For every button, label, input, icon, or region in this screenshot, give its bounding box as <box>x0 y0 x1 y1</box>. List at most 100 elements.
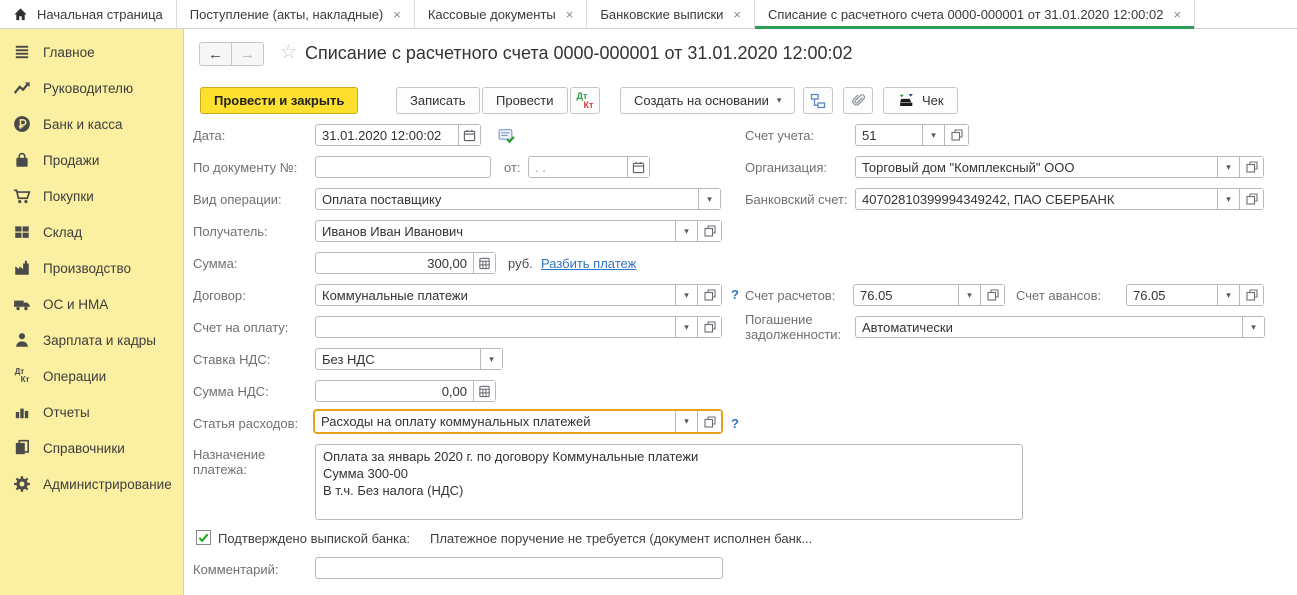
sidebar-item-otchety[interactable]: Отчеты <box>0 394 183 430</box>
bank-confirmed-checkbox[interactable] <box>196 530 211 545</box>
expense-item-label: Статья расходов: <box>193 416 298 431</box>
recipient-input[interactable] <box>316 221 675 241</box>
accounting-account-input[interactable] <box>856 125 922 145</box>
settlement-account-input[interactable] <box>854 285 958 305</box>
write-button[interactable]: Записать <box>396 87 480 114</box>
post-button[interactable]: Провести <box>482 87 568 114</box>
sidebar-item-spravochniki[interactable]: Справочники <box>0 430 183 466</box>
dropdown-button[interactable]: ▾ <box>480 349 502 369</box>
invoice-input[interactable] <box>316 317 675 337</box>
tab-bar: Начальная страница Поступление (акты, на… <box>0 0 1297 29</box>
open-button[interactable] <box>944 125 968 145</box>
close-icon[interactable]: × <box>1173 7 1181 22</box>
open-button[interactable] <box>697 317 721 337</box>
sidebar-item-os-i-nma[interactable]: ОС и НМА <box>0 286 183 322</box>
doc-number-label: По документу №: <box>193 160 297 175</box>
sidebar-item-rukovoditelyu[interactable]: Руководителю <box>0 70 183 106</box>
date-input[interactable] <box>316 125 458 145</box>
open-button[interactable] <box>980 285 1004 305</box>
split-payment-link[interactable]: Разбить платеж <box>541 256 636 271</box>
forward-button[interactable]: → <box>231 43 263 65</box>
tab-bankovskie-vypiski[interactable]: Банковские выписки × <box>587 0 755 28</box>
amount-input[interactable] <box>316 253 473 273</box>
organization-input[interactable] <box>856 157 1217 177</box>
tab-postuplenie[interactable]: Поступление (акты, накладные) × <box>177 0 415 28</box>
calc-button[interactable] <box>473 253 495 273</box>
sidebar-item-administrirovanie[interactable]: Администрирование <box>0 466 183 502</box>
sidebar-item-pokupki[interactable]: Покупки <box>0 178 183 214</box>
sidebar-item-prodazhi[interactable]: Продажи <box>0 142 183 178</box>
comment-input[interactable] <box>316 558 722 578</box>
calendar-button[interactable] <box>627 157 649 177</box>
open-button[interactable] <box>697 411 721 432</box>
dtkt-button[interactable]: ДтКт <box>570 87 600 114</box>
operation-kind-input[interactable] <box>316 189 698 209</box>
truck-icon <box>10 294 34 314</box>
dropdown-button[interactable]: ▾ <box>675 411 697 432</box>
dropdown-button[interactable]: ▾ <box>1217 189 1239 209</box>
dropdown-button[interactable]: ▾ <box>698 189 720 209</box>
calendar-icon <box>632 161 645 174</box>
recipient-label: Получатель: <box>193 224 268 239</box>
sidebar-item-glavnoe[interactable]: Главное <box>0 34 183 70</box>
close-icon[interactable]: × <box>566 7 574 22</box>
history-nav: ← → <box>199 42 264 66</box>
cash-register-icon <box>897 93 916 108</box>
contract-input[interactable] <box>316 285 675 305</box>
create-based-on-button[interactable]: Создать на основании ▾ <box>620 87 795 114</box>
vat-rate-input[interactable] <box>316 349 480 369</box>
bank-confirmed-label: Подтверждено выпиской банка: <box>218 531 410 546</box>
close-icon[interactable]: × <box>733 7 741 22</box>
advance-account-input[interactable] <box>1127 285 1217 305</box>
close-icon[interactable]: × <box>393 7 401 22</box>
doc-number-input[interactable] <box>316 157 490 177</box>
favorite-star-icon[interactable]: ☆ <box>280 41 297 64</box>
doc-from-date-field-group <box>528 156 650 178</box>
dropdown-button[interactable]: ▾ <box>958 285 980 305</box>
open-button[interactable] <box>1239 157 1263 177</box>
tab-home[interactable]: Начальная страница <box>0 0 177 28</box>
doc-from-label: от: <box>504 160 521 175</box>
check-button[interactable]: Чек <box>883 87 958 114</box>
sidebar-item-sklad[interactable]: Склад <box>0 214 183 250</box>
back-button[interactable]: ← <box>200 43 231 65</box>
vat-amount-input[interactable] <box>316 381 473 401</box>
dropdown-button[interactable]: ▾ <box>1242 317 1264 337</box>
sidebar-item-bank-i-kassa[interactable]: Банк и касса <box>0 106 183 142</box>
dropdown-button[interactable]: ▾ <box>675 221 697 241</box>
create-based-on-label: Создать на основании <box>634 93 769 108</box>
calendar-button[interactable] <box>458 125 480 145</box>
bank-account-input[interactable] <box>856 189 1217 209</box>
sidebar-item-zarplata-i-kadry[interactable]: Зарплата и кадры <box>0 322 183 358</box>
open-button[interactable] <box>697 285 721 305</box>
open-link-icon <box>951 129 963 141</box>
debt-repayment-input[interactable] <box>856 317 1242 337</box>
contract-help-icon[interactable]: ? <box>731 287 739 302</box>
open-link-icon <box>704 321 716 333</box>
tab-spisanie-active[interactable]: Списание с расчетного счета 0000-000001 … <box>755 0 1195 28</box>
structure-button[interactable] <box>803 87 833 114</box>
list-check-icon <box>498 127 515 144</box>
dropdown-button[interactable]: ▾ <box>675 285 697 305</box>
calc-button[interactable] <box>473 381 495 401</box>
check-icon <box>197 531 210 544</box>
open-button[interactable] <box>1239 285 1263 305</box>
dropdown-button[interactable]: ▾ <box>1217 157 1239 177</box>
post-and-close-button[interactable]: Провести и закрыть <box>200 87 358 114</box>
expense-item-input[interactable] <box>315 411 675 432</box>
tab-kassovye-dokumenty[interactable]: Кассовые документы × <box>415 0 588 28</box>
sidebar-item-operacii[interactable]: ДтКт Операции <box>0 358 183 394</box>
advance-account-label: Счет авансов: <box>1016 288 1101 303</box>
fill-from-document-button[interactable] <box>498 127 515 149</box>
doc-from-date-input[interactable] <box>529 157 627 177</box>
purpose-textarea[interactable]: Оплата за январь 2020 г. по договору Ком… <box>315 444 1023 520</box>
dropdown-button[interactable]: ▾ <box>675 317 697 337</box>
open-button[interactable] <box>1239 189 1263 209</box>
dropdown-button[interactable]: ▾ <box>922 125 944 145</box>
open-button[interactable] <box>697 221 721 241</box>
settlement-account-field-group: ▾ <box>853 284 1005 306</box>
sidebar-item-proizvodstvo[interactable]: Производство <box>0 250 183 286</box>
attachment-button[interactable] <box>843 87 873 114</box>
dropdown-button[interactable]: ▾ <box>1217 285 1239 305</box>
expense-item-help-icon[interactable]: ? <box>731 416 739 431</box>
